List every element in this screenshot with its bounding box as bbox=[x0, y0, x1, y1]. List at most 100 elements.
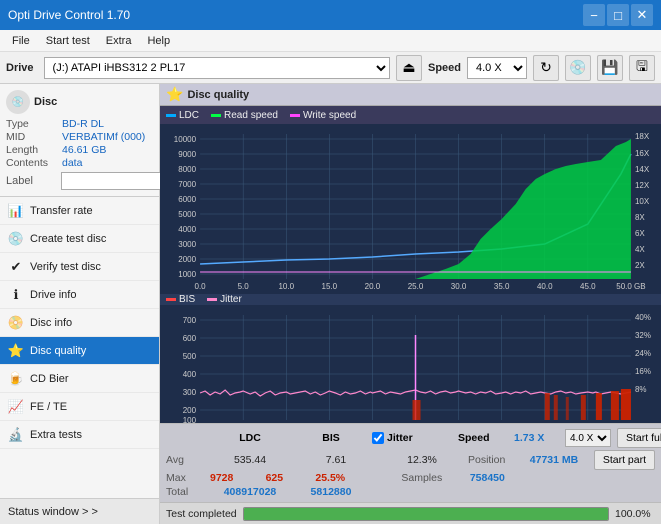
svg-text:100: 100 bbox=[183, 416, 197, 423]
length-key: Length bbox=[6, 144, 58, 156]
sidebar-item-extra-tests[interactable]: 🔬 Extra tests bbox=[0, 421, 159, 449]
total-label: Total bbox=[166, 486, 204, 498]
top-chart: 10000 9000 8000 7000 6000 5000 4000 3000… bbox=[160, 124, 661, 294]
stats-speed-val: 1.73 X bbox=[514, 432, 559, 444]
sidebar-item-disc-quality[interactable]: ⭐ Disc quality bbox=[0, 337, 159, 365]
disc-button[interactable]: 💿 bbox=[565, 55, 591, 81]
sidebar-item-disc-info[interactable]: 📀 Disc info bbox=[0, 309, 159, 337]
drive-info-label: Drive info bbox=[30, 289, 76, 301]
contents-value: data bbox=[62, 157, 82, 169]
stats-area: LDC BIS Jitter Speed 1.73 X 4.0 X Start … bbox=[160, 423, 661, 502]
drive-info-icon: ℹ bbox=[8, 287, 24, 303]
fe-te-label: FE / TE bbox=[30, 401, 67, 413]
read-speed-dot bbox=[211, 114, 221, 117]
bottom-chart-svg: 700 600 500 400 300 200 100 40% 32% 24% … bbox=[160, 305, 661, 423]
menu-start-test[interactable]: Start test bbox=[38, 33, 98, 49]
transfer-rate-icon: 📊 bbox=[8, 203, 24, 219]
stats-header-bis: BIS bbox=[296, 432, 366, 444]
svg-text:3000: 3000 bbox=[178, 240, 196, 249]
read-speed-label: Read speed bbox=[224, 110, 278, 121]
position-val: 47731 MB bbox=[524, 454, 584, 466]
stats-speed-select[interactable]: 4.0 X bbox=[565, 429, 611, 447]
legend-write-speed: Write speed bbox=[290, 110, 356, 121]
svg-text:24%: 24% bbox=[635, 349, 651, 358]
disc-panel-icon: 💿 bbox=[6, 90, 30, 114]
svg-text:0.0: 0.0 bbox=[195, 282, 207, 291]
eject-button[interactable]: ⏏ bbox=[396, 55, 422, 81]
window-controls: − □ ✕ bbox=[583, 4, 653, 26]
menu-extra[interactable]: Extra bbox=[98, 33, 140, 49]
start-part-button[interactable]: Start part bbox=[594, 450, 655, 470]
menu-help[interactable]: Help bbox=[139, 33, 178, 49]
svg-text:2000: 2000 bbox=[178, 255, 196, 264]
samples-val: 758450 bbox=[457, 472, 517, 484]
total-bis: 5812880 bbox=[296, 486, 366, 498]
drive-select[interactable]: (J:) ATAPI iHBS312 2 PL17 bbox=[44, 57, 390, 79]
sidebar-item-fe-te[interactable]: 📈 FE / TE bbox=[0, 393, 159, 421]
jitter-checkbox-container: Jitter bbox=[372, 432, 452, 444]
svg-text:35.0: 35.0 bbox=[494, 282, 510, 291]
sidebar-item-create-test-disc[interactable]: 💿 Create test disc bbox=[0, 225, 159, 253]
start-full-button[interactable]: Start full bbox=[617, 428, 661, 448]
svg-text:8X: 8X bbox=[635, 213, 645, 222]
cd-bier-label: CD Bier bbox=[30, 373, 69, 385]
menu-file[interactable]: File bbox=[4, 33, 38, 49]
bis-label: BIS bbox=[179, 294, 195, 305]
disc-quality-label: Disc quality bbox=[30, 345, 86, 357]
chart-title-icon: ⭐ bbox=[166, 86, 183, 103]
top-legend: LDC Read speed Write speed bbox=[160, 106, 661, 124]
save2-button[interactable]: 🖫 bbox=[629, 55, 655, 81]
maximize-button[interactable]: □ bbox=[607, 4, 629, 26]
write-speed-label: Write speed bbox=[303, 110, 356, 121]
progress-percent: 100.0% bbox=[615, 508, 655, 520]
top-chart-svg: 10000 9000 8000 7000 6000 5000 4000 3000… bbox=[160, 124, 661, 294]
minimize-button[interactable]: − bbox=[583, 4, 605, 26]
bis-dot bbox=[166, 298, 176, 301]
max-label: Max bbox=[166, 472, 204, 484]
svg-text:6X: 6X bbox=[635, 229, 645, 238]
svg-text:9000: 9000 bbox=[178, 150, 196, 159]
sidebar-item-transfer-rate[interactable]: 📊 Transfer rate bbox=[0, 197, 159, 225]
svg-text:4000: 4000 bbox=[178, 225, 196, 234]
svg-text:10000: 10000 bbox=[174, 135, 197, 144]
jitter-checkbox[interactable] bbox=[372, 432, 384, 444]
save-button[interactable]: 💾 bbox=[597, 55, 623, 81]
close-button[interactable]: ✕ bbox=[631, 4, 653, 26]
sidebar-item-cd-bier[interactable]: 🍺 CD Bier bbox=[0, 365, 159, 393]
create-test-disc-label: Create test disc bbox=[30, 233, 106, 245]
legend-jitter: Jitter bbox=[207, 294, 242, 305]
max-ldc: 9728 bbox=[210, 472, 233, 484]
speed-select-top[interactable]: 4.0 X 8.0 X bbox=[467, 57, 527, 79]
svg-text:5.0: 5.0 bbox=[238, 282, 250, 291]
avg-jitter: 12.3% bbox=[382, 454, 462, 466]
disc-info-label: Disc info bbox=[30, 317, 72, 329]
svg-text:8000: 8000 bbox=[178, 165, 196, 174]
svg-text:6000: 6000 bbox=[178, 195, 196, 204]
svg-text:45.0: 45.0 bbox=[580, 282, 596, 291]
jitter-label: Jitter bbox=[220, 294, 242, 305]
right-panel: ⭐ Disc quality LDC Read speed Write spee… bbox=[160, 84, 661, 524]
legend-ldc: LDC bbox=[166, 110, 199, 121]
extra-tests-icon: 🔬 bbox=[8, 427, 24, 443]
svg-text:12X: 12X bbox=[635, 181, 650, 190]
refresh-button[interactable]: ↻ bbox=[533, 55, 559, 81]
svg-text:8%: 8% bbox=[635, 385, 647, 394]
sidebar-item-verify-test-disc[interactable]: ✔ Verify test disc bbox=[0, 253, 159, 281]
type-value: BD-R DL bbox=[62, 118, 104, 130]
status-window-button[interactable]: Status window > > bbox=[0, 498, 159, 524]
sidebar-item-drive-info[interactable]: ℹ Drive info bbox=[0, 281, 159, 309]
svg-text:50.0 GB: 50.0 GB bbox=[616, 282, 645, 291]
length-value: 46.61 GB bbox=[62, 144, 106, 156]
svg-text:14X: 14X bbox=[635, 165, 650, 174]
menubar: File Start test Extra Help bbox=[0, 30, 661, 52]
charts-area: 10000 9000 8000 7000 6000 5000 4000 3000… bbox=[160, 124, 661, 423]
svg-text:300: 300 bbox=[183, 388, 197, 397]
create-test-disc-icon: 💿 bbox=[8, 231, 24, 247]
svg-text:1000: 1000 bbox=[178, 270, 196, 279]
avg-label: Avg bbox=[166, 454, 204, 466]
total-ldc: 408917028 bbox=[210, 486, 290, 498]
status-text: Test completed bbox=[166, 508, 237, 520]
status-window-label: Status window > > bbox=[8, 506, 98, 518]
avg-bis: 7.61 bbox=[296, 454, 376, 466]
jitter-dot bbox=[207, 298, 217, 301]
